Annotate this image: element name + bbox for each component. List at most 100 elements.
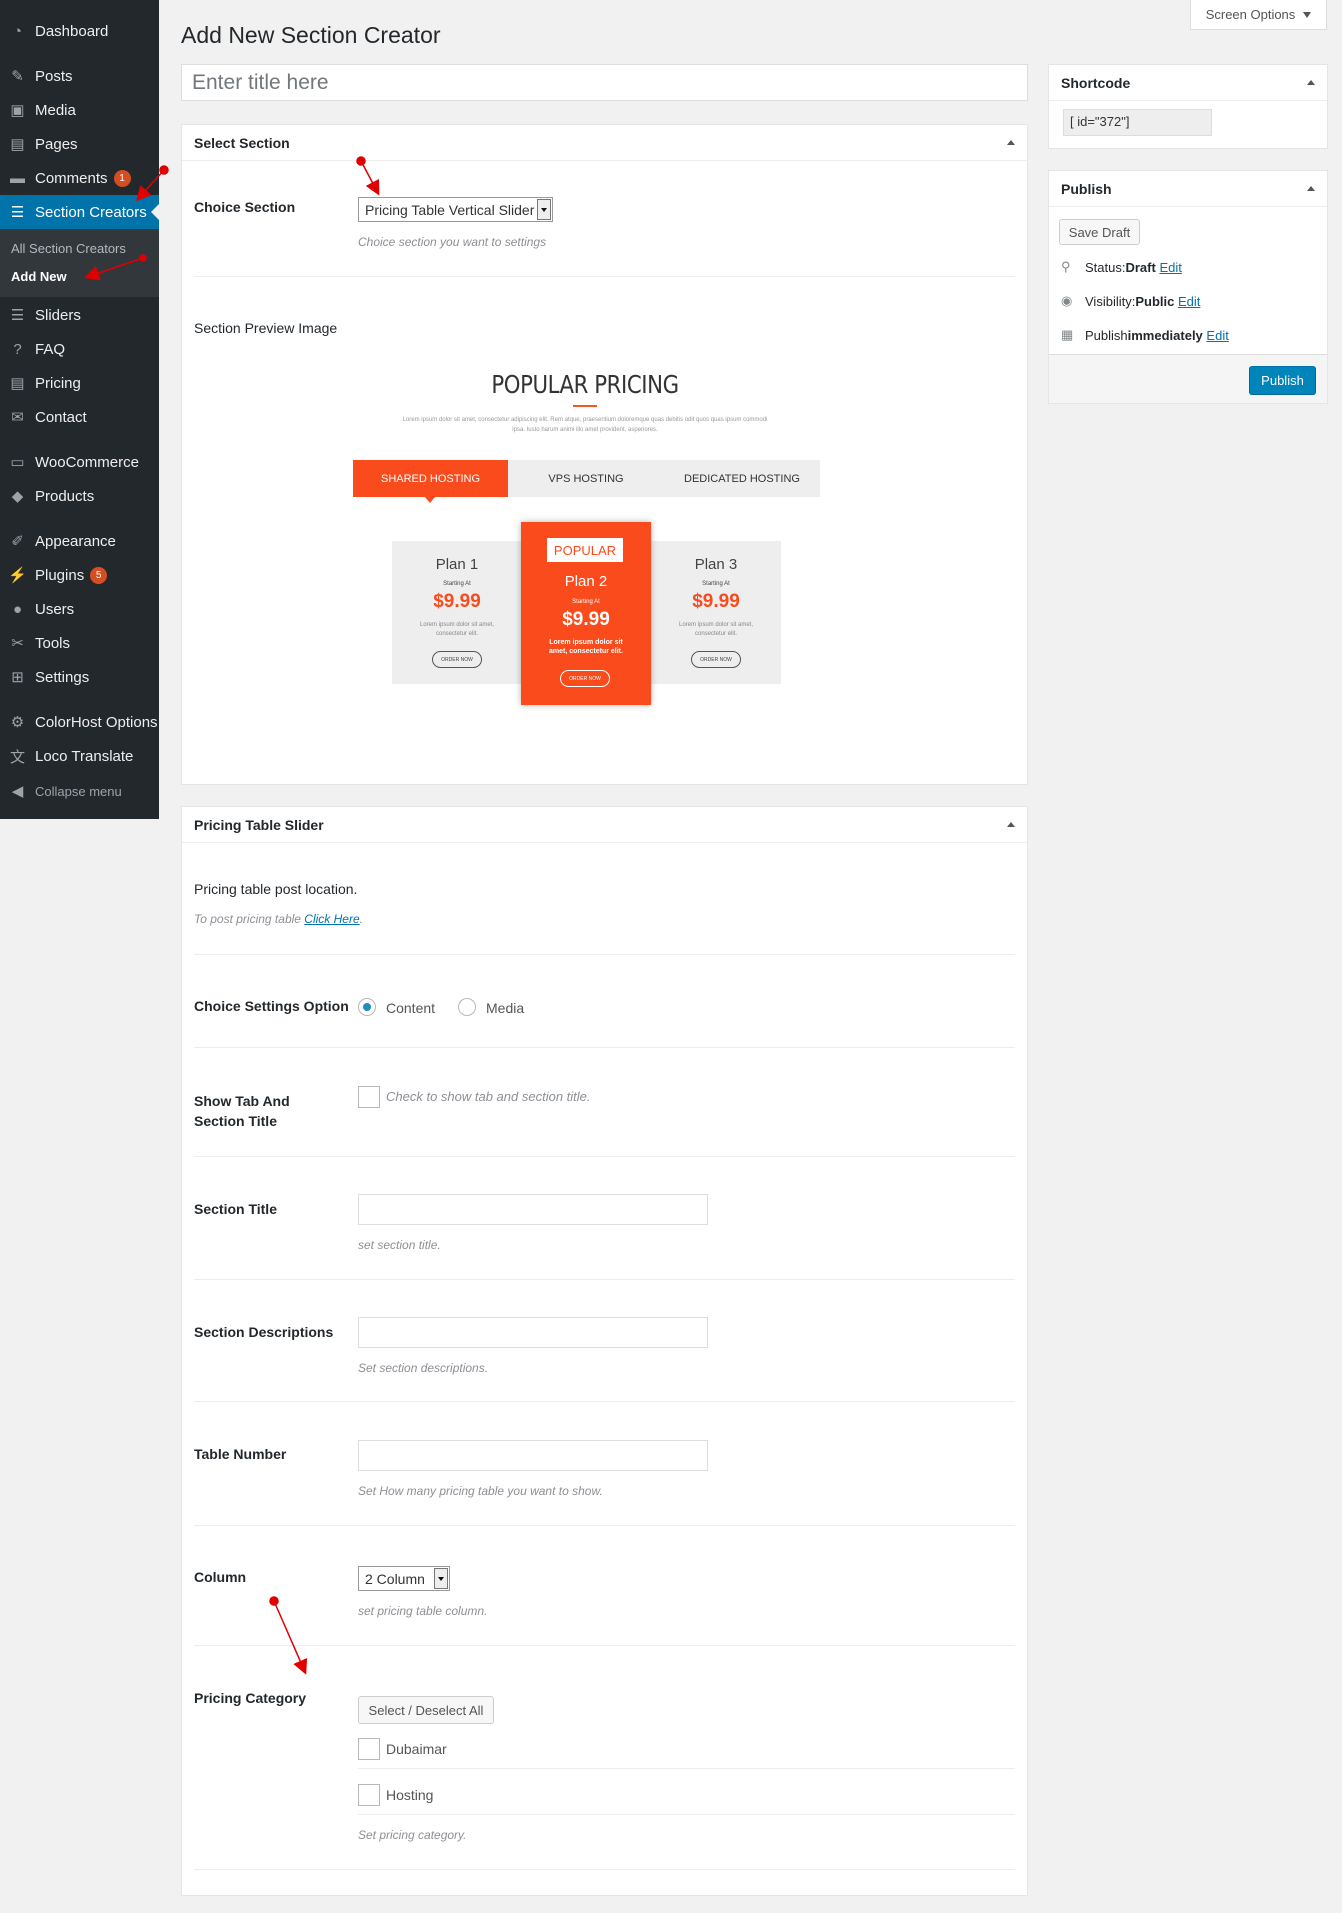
sidebar-item-label: Loco Translate (35, 747, 134, 765)
category-hosting-checkbox[interactable] (358, 1784, 380, 1806)
preview-tab-dedicated: DEDICATED HOSTING (664, 460, 820, 497)
radio-content[interactable] (358, 998, 376, 1016)
plan-price: $9.99 (433, 591, 481, 612)
popular-badge: POPULAR (547, 538, 623, 562)
category-dubaimar-checkbox[interactable] (358, 1738, 380, 1760)
plan-order-button: ORDER NOW (691, 651, 741, 668)
pricing-icon: ▤ (10, 375, 25, 392)
publish-value: immediately (1127, 327, 1203, 343)
collapse-arrow-icon[interactable] (1007, 822, 1015, 827)
pricing-category-label: Pricing Category (194, 1690, 307, 1706)
visibility-label: Visibility: (1085, 293, 1136, 309)
title-input[interactable] (181, 64, 1028, 101)
publish-button[interactable]: Publish (1249, 366, 1316, 395)
radio-media-label: Media (486, 1000, 525, 1016)
sidebar-item-tools[interactable]: ✂ Tools (0, 626, 159, 660)
submenu-all-section-creators[interactable]: All Section Creators (11, 241, 126, 256)
sidebar-item-pages[interactable]: ▤ Pages (0, 127, 159, 161)
preview-title-underline (573, 405, 597, 407)
section-preview-image: POPULAR PRICING Lorem ipsum dolor sit am… (340, 355, 830, 725)
choice-section-select[interactable]: Pricing Table Vertical Slider (358, 197, 553, 222)
section-desc-input[interactable] (358, 1317, 708, 1348)
submenu-add-new[interactable]: Add New (11, 269, 67, 284)
sidebar-item-label: ColorHost Options (35, 713, 158, 731)
select-section-header[interactable]: Select Section (182, 125, 1027, 161)
sidebar-item-label: Comments (35, 169, 108, 187)
visibility-edit-link[interactable]: Edit (1178, 294, 1200, 309)
eye-icon: ◉ (1061, 293, 1073, 308)
tab-pointer-icon (425, 497, 435, 503)
preview-card-plan1: Plan 1 Starting At $9.99 Lorem ipsum dol… (392, 541, 522, 684)
page-title: Add New Section Creator (181, 22, 441, 48)
screen-options-button[interactable]: Screen Options (1190, 0, 1327, 30)
sidebar-item-users[interactable]: ● Users (0, 592, 159, 626)
sidebar-item-pricing[interactable]: ▤ Pricing (0, 366, 159, 400)
plan-name: Plan 1 (435, 556, 479, 573)
shortcode-box: Shortcode [ id="372"] (1048, 64, 1328, 149)
sidebar-item-label: Settings (35, 668, 90, 686)
sidebar-item-plugins[interactable]: ⚡ Plugins 5 (0, 558, 159, 592)
publish-edit-link[interactable]: Edit (1206, 328, 1228, 343)
sidebar-item-section-creators[interactable]: ☰ Section Creators (0, 195, 159, 229)
dropdown-arrow-icon (434, 1568, 448, 1589)
show-tab-checkbox[interactable] (358, 1086, 380, 1108)
settings-option-label: Choice Settings Option (194, 998, 349, 1014)
dashboard-icon: ◔ (12, 22, 23, 40)
collapse-arrow-icon[interactable] (1007, 140, 1015, 145)
table-number-input[interactable] (358, 1440, 708, 1471)
sidebar-item-posts[interactable]: ✎ Posts (0, 59, 159, 93)
column-select[interactable]: 2 Column (358, 1566, 450, 1591)
box-title: Select Section (194, 134, 290, 151)
sidebar-item-faq[interactable]: ? FAQ (0, 332, 159, 366)
products-icon: ◆ (11, 488, 24, 505)
status-edit-link[interactable]: Edit (1159, 260, 1181, 275)
publish-time-row: ▦ Publish immediately Edit (1061, 327, 1229, 343)
sidebar-item-appearance[interactable]: ✐ Appearance (0, 524, 159, 558)
section-icon: ☰ (10, 204, 25, 221)
plan-name: Plan 3 (694, 556, 738, 573)
plan-starting: Starting At (443, 581, 471, 587)
sidebar-item-loco-translate[interactable]: 文 Loco Translate (0, 739, 159, 773)
plan-desc: Lorem ipsum dolor sit amet, consectetur … (678, 622, 754, 637)
table-number-desc: Set How many pricing table you want to s… (358, 1484, 603, 1498)
save-draft-button[interactable]: Save Draft (1059, 219, 1140, 245)
sidebar-item-media[interactable]: ▣ Media (0, 93, 159, 127)
pin-icon: ⚲ (1061, 259, 1071, 274)
pricing-slider-header[interactable]: Pricing Table Slider (182, 807, 1027, 843)
sidebar-item-label: Media (35, 101, 76, 119)
count-badge: 5 (90, 566, 108, 584)
sidebar-item-dashboard[interactable]: ◔ Dashboard (0, 14, 159, 48)
section-title-input[interactable] (358, 1194, 708, 1225)
select-deselect-all-button[interactable]: Select / Deselect All (358, 1696, 494, 1724)
sidebar-item-products[interactable]: ◆ Products (0, 479, 159, 513)
divider (194, 1525, 1015, 1526)
box-title: Pricing Table Slider (194, 816, 324, 833)
sidebar-item-sliders[interactable]: ☰ Sliders (0, 298, 159, 332)
section-creators-submenu: All Section Creators Add New (0, 229, 159, 297)
publish-label: Publish (1085, 327, 1128, 343)
sidebar-item-comments[interactable]: ▬ Comments 1 (0, 161, 159, 195)
visibility-row: ◉ Visibility: Public Edit (1061, 293, 1200, 309)
collapse-arrow-icon[interactable] (1307, 80, 1315, 85)
shortcode-field[interactable]: [ id="372"] (1063, 109, 1212, 136)
location-label: Pricing table post location. (194, 881, 358, 897)
sidebar-item-label: WooCommerce (35, 453, 139, 471)
sidebar-item-label: Collapse menu (35, 783, 122, 799)
plan-order-button: ORDER NOW (560, 670, 610, 687)
sidebar-item-label: Plugins (35, 566, 85, 584)
sidebar-item-contact[interactable]: ✉ Contact (0, 400, 159, 434)
publish-header[interactable]: Publish (1049, 171, 1327, 207)
click-here-link[interactable]: Click Here (304, 912, 359, 926)
shortcode-header[interactable]: Shortcode (1049, 65, 1327, 101)
section-desc-desc: Set section descriptions. (358, 1361, 489, 1375)
sidebar-item-woocommerce[interactable]: ▭ WooCommerce (0, 445, 159, 479)
sidebar-item-collapse-menu[interactable]: ◀ Collapse menu (0, 774, 159, 808)
collapse-arrow-icon[interactable] (1307, 186, 1315, 191)
radio-media[interactable] (458, 998, 476, 1016)
plan-starting: Starting At (702, 581, 730, 587)
sidebar-item-settings[interactable]: ⊞ Settings (0, 660, 159, 694)
box-title: Publish (1061, 180, 1112, 197)
sidebar-item-colorhost-options[interactable]: ⚙ ColorHost Options (0, 705, 159, 739)
category-desc: Set pricing category. (358, 1828, 467, 1842)
divider (194, 276, 1015, 277)
